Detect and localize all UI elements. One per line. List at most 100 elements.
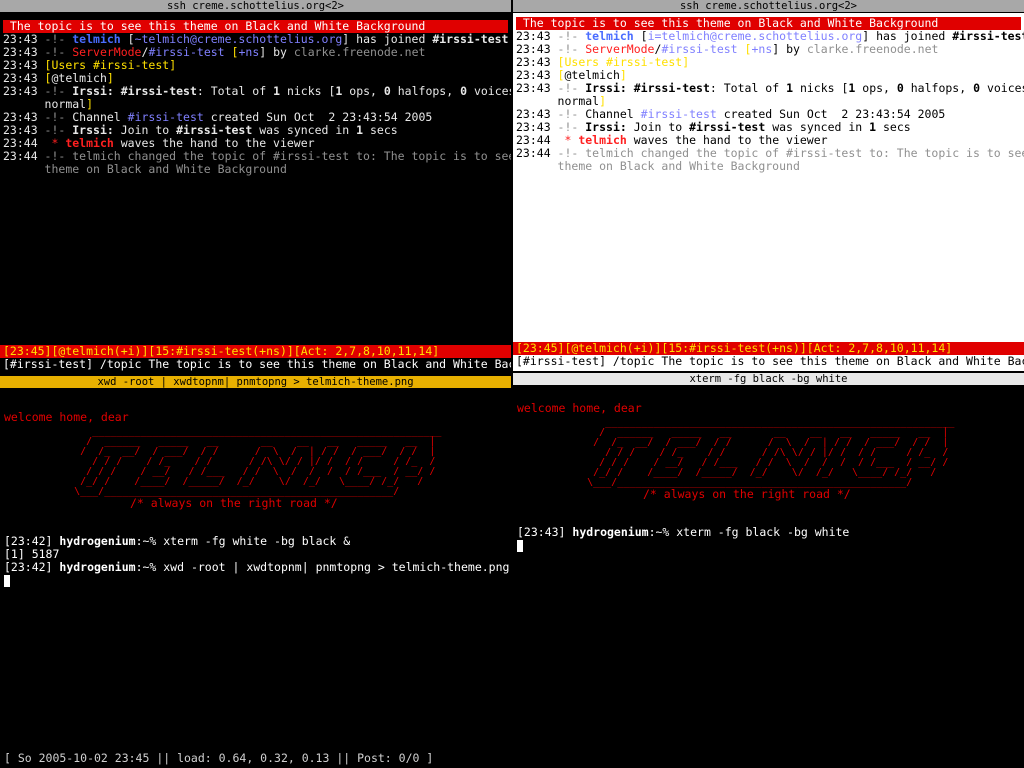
message-segment (3, 162, 45, 176)
message-segment: Channel (585, 107, 641, 121)
message-segment: 0 (973, 81, 981, 95)
message-segment (516, 94, 558, 108)
ascii-logo: ________________________________________… (557, 418, 1020, 488)
message-segment: 23:43 (516, 68, 558, 82)
message-segment: secs (363, 123, 398, 137)
message-segment (3, 97, 45, 111)
message-segment: ~telmich@creme.schottelius.org (134, 32, 343, 46)
message-segment: 0 (383, 84, 391, 98)
message-segment: 23:43 (516, 107, 558, 121)
message-segment: -!- (557, 81, 586, 95)
message-segment: #irssi-test (633, 81, 710, 95)
shell-text: :~% xwd -root | xwdtopnm| pnmtopng > tel… (135, 560, 510, 574)
motto-text: /* always on the right road */ (130, 496, 338, 510)
shell-cursor-line (4, 574, 507, 587)
message-segment: halfops, (390, 84, 461, 98)
shell-text: [23:43] (517, 525, 573, 539)
message-segment: voices, (473, 84, 511, 98)
message-segment: -!- (44, 84, 73, 98)
message-segment: [ (120, 32, 135, 46)
message-segment: ] by (772, 42, 807, 56)
message-segment: +ns (751, 42, 773, 56)
message-segment: secs (876, 120, 911, 134)
message-segment: : Total of (196, 84, 274, 98)
shell-text: [1] 5187 (4, 547, 60, 561)
xterm-window-left[interactable]: xwd -root | xwdtopnm| pnmtopng > telmich… (0, 376, 511, 752)
message-segment: ] (86, 97, 94, 111)
window-title[interactable]: ssh creme.schottelius.org<2> (513, 0, 1024, 12)
message-segment: -!- (44, 110, 73, 124)
irc-input-line[interactable]: [#irssi-test] /topic The topic is to see… (513, 355, 1024, 368)
message-segment: -!- (44, 123, 73, 137)
terminal-pane[interactable]: welcome home, dear _____________________… (513, 386, 1024, 573)
message-segment: Users (564, 55, 607, 69)
message-segment: 23:44 (3, 149, 45, 163)
message-segment: -!- (44, 45, 73, 59)
message-segment: ] (106, 71, 114, 85)
irc-window-right[interactable]: ssh creme.schottelius.org<2> The topic i… (513, 0, 1024, 371)
message-segment: -!- (557, 146, 586, 160)
xterm-window-right[interactable]: xterm -fg black -bg white welcome home, … (513, 373, 1024, 573)
irc-pane: The topic is to see this theme on Black … (0, 13, 511, 373)
message-segment: * (557, 133, 579, 147)
bottom-status-bar: [ So 2005-10-02 23:45 || load: 0.64, 0.3… (4, 751, 434, 765)
irc-message-line: theme on Black and White Background (3, 163, 511, 176)
message-segment: normal (44, 97, 87, 111)
message-segment: Channel (72, 110, 128, 124)
window-title[interactable]: xterm -fg black -bg white (513, 373, 1024, 385)
irc-input-line[interactable]: [#irssi-test] /topic The topic is to see… (0, 358, 511, 371)
window-title[interactable]: ssh creme.schottelius.org<2> (0, 0, 511, 12)
message-segment: voices, (986, 81, 1024, 95)
hostname: hydrogenium (59, 560, 136, 574)
motto-text: /* always on the right road */ (643, 487, 851, 501)
message-segment: was synced in (252, 123, 357, 137)
message-segment: -!- (44, 149, 73, 163)
message-segment: ] by (259, 45, 294, 59)
message-segment: 23:43 (3, 32, 45, 46)
shell-text: [23:42] (4, 534, 60, 548)
message-segment: #irssi-test (640, 107, 717, 121)
message-segment: telmich (72, 32, 121, 46)
message-segment: telmich (65, 136, 114, 150)
message-segment: ops, (855, 81, 897, 95)
message-segment: -!- (557, 120, 586, 134)
irc-message-line: theme on Black and White Background (516, 160, 1024, 173)
message-segment: -!- (557, 29, 586, 43)
shell-text: :~% xterm -fg black -bg white (648, 525, 850, 539)
message-segment (114, 84, 121, 98)
irc-input-text[interactable]: [#irssi-test] /topic The topic is to see… (516, 354, 1024, 368)
message-segment: #irssi-test (432, 32, 509, 46)
window-title[interactable]: xwd -root | xwdtopnm| pnmtopng > telmich… (0, 376, 511, 388)
terminal-pane[interactable]: welcome home, dear _____________________… (0, 389, 511, 752)
message-segment: 1 (786, 81, 794, 95)
message-segment (627, 81, 634, 95)
message-segment: clarke.freenode.net (293, 45, 426, 59)
irc-message-list: 23:43 -!- telmich [i=telmich@creme.schot… (513, 30, 1024, 173)
message-segment: 23:44 (516, 133, 558, 147)
message-segment: created Sun Oct 2 23:43:54 2005 (716, 107, 946, 121)
shell-text: :~% xterm -fg white -bg black & (135, 534, 351, 548)
message-segment: @telmich (51, 71, 107, 85)
message-segment: ] (169, 58, 177, 72)
message-segment: #irssi-test (689, 120, 766, 134)
message-segment: clarke.freenode.net (806, 42, 939, 56)
message-segment: Join to (113, 123, 177, 137)
irc-window-left[interactable]: ssh creme.schottelius.org<2> The topic i… (0, 0, 511, 373)
shell-line: [23:42] hydrogenium:~% xterm -fg white -… (4, 535, 507, 548)
message-segment: theme on Black and White Background (44, 162, 287, 176)
message-segment: nicks [ (280, 84, 336, 98)
message-segment: Users (51, 58, 94, 72)
message-segment: [ (633, 29, 648, 43)
shell-output: [23:43] hydrogenium:~% xterm -fg black -… (517, 526, 1020, 539)
message-segment: 23:43 (3, 45, 45, 59)
message-segment: 23:43 (3, 58, 45, 72)
message-segment: telmich (585, 29, 634, 43)
message-segment: telmich changed the topic of #irssi-test… (72, 149, 511, 163)
irc-input-text[interactable]: [#irssi-test] /topic The topic is to see… (3, 357, 511, 371)
shell-cursor-line (517, 539, 1020, 552)
message-segment: nicks [ (793, 81, 849, 95)
message-segment: ] (682, 55, 690, 69)
message-segment: -!- (557, 42, 586, 56)
text-cursor (517, 539, 523, 552)
message-segment: ] (599, 94, 607, 108)
